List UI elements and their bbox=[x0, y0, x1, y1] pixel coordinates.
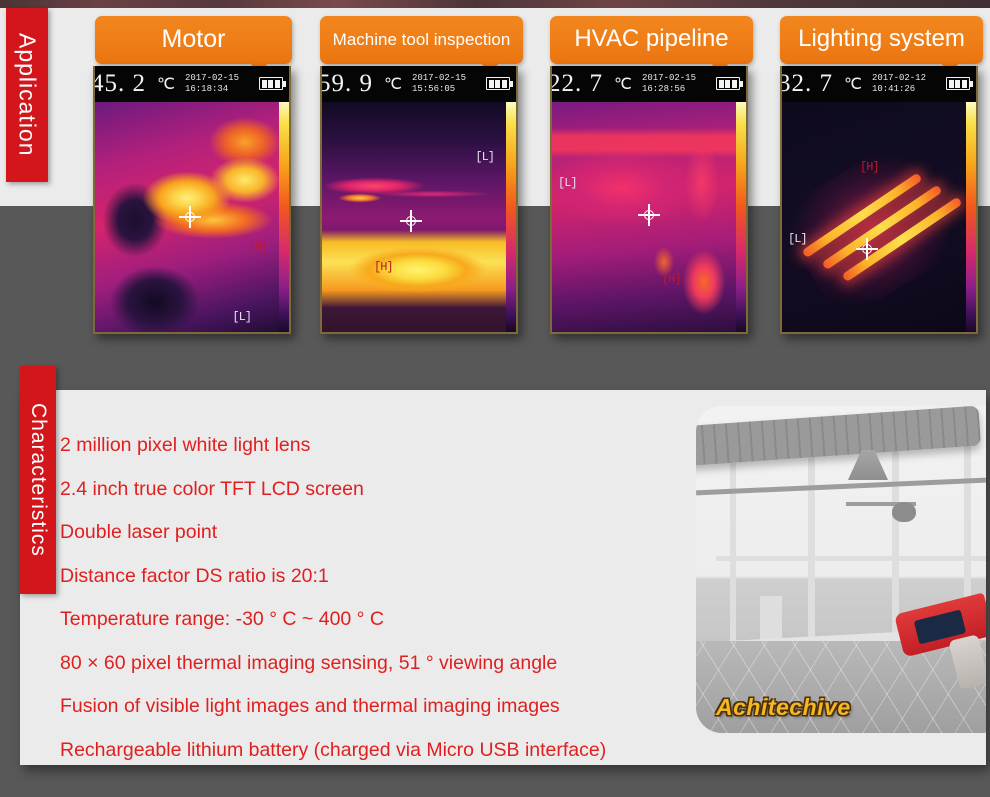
badge-label: Lighting system bbox=[798, 25, 965, 52]
temperature-reading: 32. 7 bbox=[782, 70, 833, 97]
thermal-status-bar: 59. 9 ℃ 2017-02-15 15:56:05 bbox=[322, 66, 516, 102]
list-item: Fusion of visible light images and therm… bbox=[60, 695, 560, 717]
application-section: Application Motor Machine tool inspectio… bbox=[0, 8, 990, 334]
ceiling-rail bbox=[696, 477, 986, 496]
capture-date: 2017-02-15 bbox=[641, 73, 696, 83]
badge-label: Motor bbox=[161, 24, 226, 53]
hot-spot-marker: [H] bbox=[860, 160, 880, 174]
hot-spot-marker: [H] bbox=[662, 272, 682, 286]
thermal-image-machine-tool: 59. 9 ℃ 2017-02-15 15:56:05 [L] [H] bbox=[320, 66, 518, 334]
list-item: 2.4 inch true color TFT LCD screen bbox=[60, 477, 364, 500]
list-item: Temperature range: -30 ° C ~ 400 ° C bbox=[60, 608, 384, 630]
thermal-screen: [L] [H] bbox=[322, 102, 516, 332]
capture-time: 15:56:05 bbox=[411, 84, 456, 94]
badge-label: Machine tool inspection bbox=[332, 29, 511, 49]
temperature-unit: ℃ bbox=[157, 76, 175, 93]
thermal-status-bar: 32. 7 ℃ 2017-02-12 10:41:26 bbox=[782, 66, 976, 102]
capture-time: 16:28:56 bbox=[641, 84, 686, 94]
capture-timestamp: 2017-02-15 15:56:05 bbox=[412, 73, 466, 95]
characteristics-panel: 2 million pixel white light lens 2.4 inc… bbox=[20, 390, 986, 765]
temperature-scale-bar bbox=[279, 102, 289, 332]
thermal-status-bar: 22. 7 ℃ 2017-02-15 16:28:56 bbox=[552, 66, 746, 102]
thermal-status-bar: 45. 2 ℃ 2017-02-15 16:18:34 bbox=[95, 66, 289, 102]
thermal-image-lighting: 32. 7 ℃ 2017-02-12 10:41:26 [H] [L] bbox=[780, 66, 978, 334]
cold-spot-marker: [L] bbox=[788, 232, 808, 246]
center-crosshair-icon bbox=[856, 238, 878, 260]
cold-spot-marker: [L] bbox=[558, 176, 578, 190]
temperature-reading: 22. 7 bbox=[552, 70, 603, 97]
capture-timestamp: 2017-02-12 10:41:26 bbox=[872, 73, 926, 95]
capture-date: 2017-02-15 bbox=[411, 73, 466, 83]
battery-icon bbox=[716, 77, 743, 90]
hot-spot-marker: [H] bbox=[248, 240, 268, 254]
temperature-unit: ℃ bbox=[844, 76, 862, 93]
clipped-top-strip bbox=[0, 0, 990, 8]
application-badge-lighting[interactable]: Lighting system bbox=[780, 16, 983, 75]
temperature-scale-bar bbox=[736, 102, 746, 332]
thermal-image-hvac: 22. 7 ℃ 2017-02-15 16:28:56 [L] [H] bbox=[550, 66, 748, 334]
temperature-scale-bar bbox=[506, 102, 516, 332]
characteristics-list: 2 million pixel white light lens 2.4 inc… bbox=[60, 424, 750, 772]
ceiling-lamp bbox=[892, 502, 916, 522]
temperature-reading: 59. 9 bbox=[322, 70, 373, 97]
product-usage-photo: Achitechive bbox=[696, 406, 986, 733]
list-item: Double laser point bbox=[60, 521, 218, 543]
temperature-unit: ℃ bbox=[614, 76, 632, 93]
center-crosshair-icon bbox=[638, 204, 660, 226]
capture-date: 2017-02-15 bbox=[184, 73, 239, 83]
capture-timestamp: 2017-02-15 16:28:56 bbox=[642, 73, 696, 95]
badge-label: HVAC pipeline bbox=[574, 25, 729, 52]
list-item: 80 × 60 pixel thermal imaging sensing, 5… bbox=[60, 651, 558, 674]
temperature-reading: 45. 2 bbox=[95, 70, 146, 97]
cold-spot-marker: [L] bbox=[232, 310, 252, 324]
cold-spot-marker: [L] bbox=[475, 150, 495, 164]
battery-icon bbox=[946, 77, 973, 90]
capture-time: 10:41:26 bbox=[871, 84, 916, 94]
battery-icon bbox=[259, 77, 286, 90]
product-detail-page: Application Motor Machine tool inspectio… bbox=[0, 0, 990, 797]
characteristics-section: 2 million pixel white light lens 2.4 inc… bbox=[0, 366, 990, 776]
capture-date: 2017-02-12 bbox=[871, 73, 926, 83]
thermal-screen: [H] [L] bbox=[782, 102, 976, 332]
camera-grip bbox=[948, 634, 986, 690]
duct-outlet bbox=[848, 450, 888, 480]
window-frame bbox=[716, 556, 986, 561]
photo-watermark: Achitechive bbox=[716, 694, 851, 720]
thermal-screen: [L] [H] bbox=[552, 102, 746, 332]
thermal-image-motor: 45. 2 ℃ 2017-02-15 16:18:34 [H] [L] bbox=[93, 66, 291, 334]
application-badge-hvac[interactable]: HVAC pipeline bbox=[550, 16, 753, 75]
application-badge-motor[interactable]: Motor bbox=[95, 16, 292, 75]
center-crosshair-icon bbox=[179, 206, 201, 228]
hvac-duct bbox=[696, 406, 982, 467]
list-item: Rechargeable lithium battery (charged vi… bbox=[60, 738, 607, 761]
thermal-camera-device bbox=[894, 592, 986, 690]
battery-icon bbox=[486, 77, 513, 90]
section-tab-characteristics: Characteristics bbox=[20, 366, 56, 594]
hot-spot-marker: [H] bbox=[374, 260, 394, 274]
temperature-unit: ℃ bbox=[384, 76, 402, 93]
temperature-scale-bar bbox=[966, 102, 976, 332]
capture-timestamp: 2017-02-15 16:18:34 bbox=[185, 73, 239, 95]
capture-time: 16:18:34 bbox=[184, 84, 229, 94]
section-tab-application: Application bbox=[6, 8, 48, 182]
application-badge-machine-tool[interactable]: Machine tool inspection bbox=[320, 16, 523, 75]
list-item: Distance factor DS ratio is 20:1 bbox=[60, 564, 329, 587]
list-item: 2 million pixel white light lens bbox=[60, 434, 311, 456]
center-crosshair-icon bbox=[400, 210, 422, 232]
thermal-screen: [H] [L] bbox=[95, 102, 289, 332]
